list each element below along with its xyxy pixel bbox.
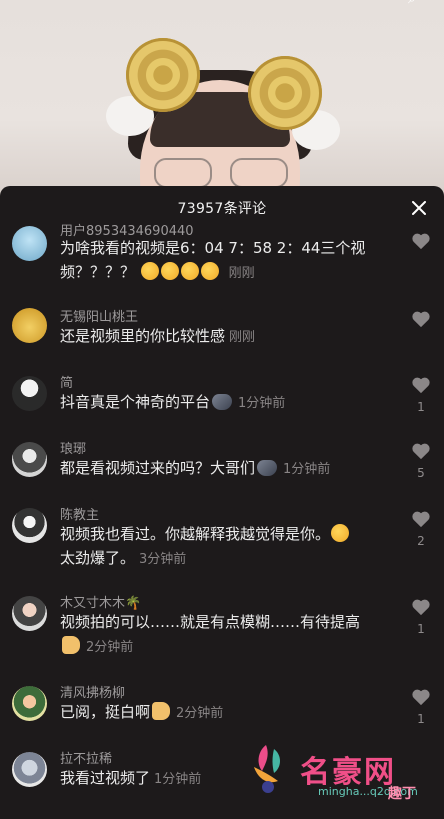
heart-icon — [412, 443, 430, 460]
search-icon[interactable]: ⌕ — [408, 0, 422, 6]
comment-time: 1分钟前 — [283, 462, 331, 477]
comment-body: 视频拍的可以……就是有点模糊……有待提高 — [60, 613, 361, 631]
heart-icon — [412, 377, 430, 394]
wolf-emoji-icon — [212, 394, 233, 410]
comment-username[interactable]: 简 — [60, 372, 73, 391]
comment-body: 还是视频里的你比较性感 — [60, 327, 226, 345]
comment-item: 无锡阳山桃王 还是视频里的你比较性感 刚刚 — [0, 306, 444, 370]
heart-icon — [412, 599, 430, 616]
like-button[interactable]: 2 — [410, 510, 432, 548]
username-text: 木又寸木木 — [60, 596, 126, 611]
like-count: 5 — [417, 466, 425, 480]
comment-text: 还是视频里的你比较性感 刚刚 — [60, 324, 390, 350]
like-button[interactable]: 1 — [410, 376, 432, 414]
video-background: ⌕ — [0, 0, 444, 200]
lens-left — [154, 158, 212, 188]
emoji-icon — [140, 262, 159, 280]
laughing-emoji-icon — [331, 524, 350, 542]
avatar[interactable] — [12, 752, 47, 787]
watermark-mark: 趣丁 — [388, 786, 416, 802]
comment-username[interactable]: 木又寸木木🌴 — [60, 592, 141, 611]
comment-text: 已阅，挺白啊 2分钟前 — [60, 700, 390, 726]
clap-emoji-icon — [152, 702, 171, 720]
wolf-emoji-icon — [257, 460, 278, 476]
comment-text: 视频我也看过。你越解释我越觉得是你。 太劲爆了。 3分钟前 — [60, 522, 390, 572]
like-count: 2 — [417, 534, 425, 548]
comment-username[interactable]: 琅琊 — [60, 438, 86, 457]
like-button[interactable]: 1 — [410, 688, 432, 726]
close-icon — [412, 201, 426, 215]
comment-body: 视频我也看过。你越解释我越觉得是你。 — [60, 525, 331, 543]
comment-item: 琅琊 都是看视频过来的吗？大哥们 1分钟前 5 — [0, 438, 444, 502]
comment-username[interactable]: 陈教主 — [60, 504, 99, 523]
comment-time: 1分钟前 — [238, 396, 286, 411]
emoji-icon — [200, 262, 219, 280]
like-count: 1 — [417, 400, 425, 414]
comment-panel: 73957条评论 用户8953434690440 为啥我看的视频是6：04 7：… — [0, 186, 444, 819]
heart-icon — [412, 689, 430, 706]
palm-tree-icon: 🌴 — [125, 596, 142, 611]
like-button[interactable]: 5 — [410, 442, 432, 480]
comment-item: 木又寸木木🌴 视频拍的可以……就是有点模糊……有待提高 2分钟前 1 — [0, 592, 444, 676]
like-button[interactable]: 1 — [410, 598, 432, 636]
like-button[interactable] — [410, 232, 432, 254]
comment-item: 陈教主 视频我也看过。你越解释我越觉得是你。 太劲爆了。 3分钟前 2 — [0, 504, 444, 588]
horn-left — [126, 38, 200, 112]
horn-right — [248, 56, 322, 130]
like-count: 1 — [417, 622, 425, 636]
avatar[interactable] — [12, 442, 47, 477]
comment-text: 为啥我看的视频是6：04 7：58 2：44三个视频？？？？ 刚刚 — [60, 236, 390, 286]
like-button[interactable] — [410, 310, 432, 332]
comment-text: 都是看视频过来的吗？大哥们 1分钟前 — [60, 456, 390, 482]
comment-username[interactable]: 清风拂杨柳 — [60, 682, 125, 701]
avatar[interactable] — [12, 686, 47, 721]
comment-text: 抖音真是个神奇的平台 1分钟前 — [60, 390, 390, 416]
like-count: 1 — [417, 712, 425, 726]
comment-time: 2分钟前 — [176, 706, 224, 721]
avatar[interactable] — [12, 596, 47, 631]
comment-time: 1分钟前 — [154, 772, 202, 787]
close-button[interactable] — [408, 197, 430, 219]
comment-item: 清风拂杨柳 已阅，挺白啊 2分钟前 1 — [0, 682, 444, 746]
comment-item: 用户8953434690440 为啥我看的视频是6：04 7：58 2：44三个… — [0, 222, 444, 286]
comment-username[interactable]: 拉不拉稀 — [60, 748, 112, 767]
heart-icon — [412, 311, 430, 328]
comment-time: 刚刚 — [229, 330, 256, 345]
thumbs-up-icon — [62, 636, 80, 654]
avatar[interactable] — [12, 508, 47, 543]
comment-body-line2: 太劲爆了。 — [60, 549, 136, 567]
watermark: 名豪网 mingha...q2d.com 趣丁 — [248, 739, 438, 809]
watermark-logo-icon — [254, 745, 280, 793]
comment-body: 抖音真是个神奇的平台 — [60, 393, 211, 411]
comment-body: 已阅，挺白啊 — [60, 703, 151, 721]
comment-body: 都是看视频过来的吗？大哥们 — [60, 459, 256, 477]
comment-time: 刚刚 — [228, 266, 255, 281]
comment-time: 3分钟前 — [139, 552, 187, 567]
avatar[interactable] — [12, 226, 47, 261]
avatar[interactable] — [12, 376, 47, 411]
avatar[interactable] — [12, 308, 47, 343]
comment-body: 我看过视频了 — [60, 769, 151, 787]
emoji-icon — [180, 262, 199, 280]
heart-icon — [412, 511, 430, 528]
heart-icon — [412, 233, 430, 250]
comment-item: 简 抖音真是个神奇的平台 1分钟前 1 — [0, 372, 444, 436]
comment-username[interactable]: 无锡阳山桃王 — [60, 306, 138, 325]
emoji-icon — [160, 262, 179, 280]
comment-time: 2分钟前 — [86, 640, 134, 655]
comment-count-title: 73957条评论 — [177, 201, 267, 217]
comment-text: 视频拍的可以……就是有点模糊……有待提高 2分钟前 — [60, 610, 390, 660]
lens-right — [230, 158, 288, 188]
